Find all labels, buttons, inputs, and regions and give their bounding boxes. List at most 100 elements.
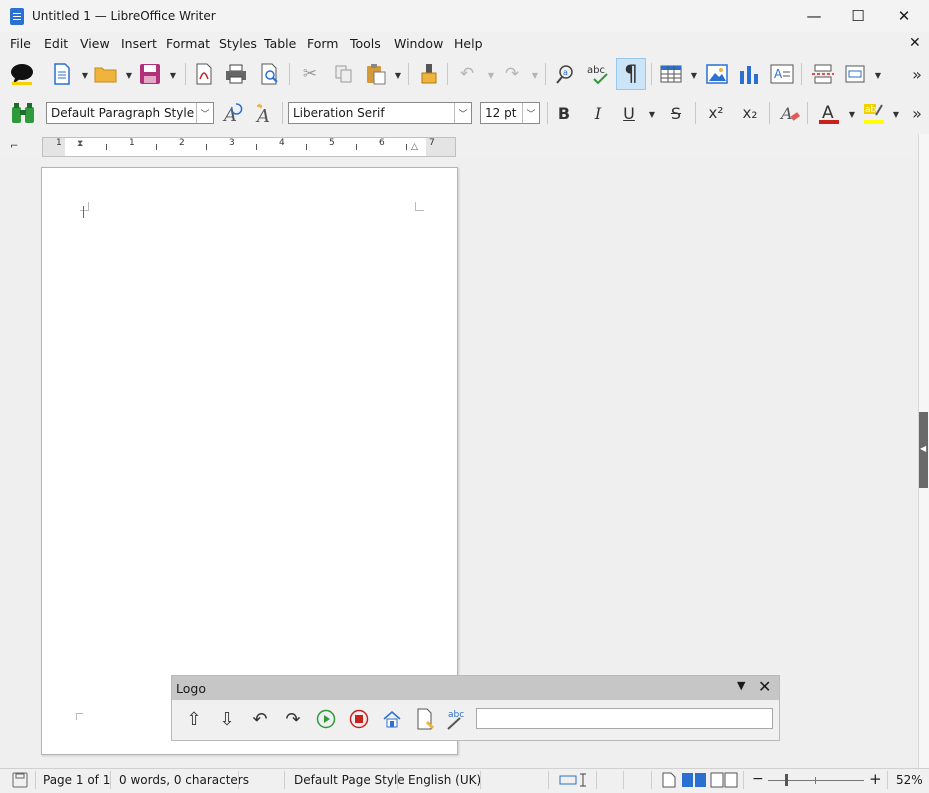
word-count[interactable]: 0 words, 0 characters [119,773,249,787]
document-modified-icon[interactable] [12,772,28,791]
paste-dropdown-arrow[interactable]: ▼ [393,70,403,80]
single-page-view-icon[interactable] [662,772,676,791]
horizontal-ruler[interactable]: ⧗ △ 1 1 2 3 4 5 6 7 [42,137,456,157]
export-pdf-icon[interactable] [190,60,218,88]
logo-forward-icon[interactable]: ⇧ [181,706,207,732]
chevron-down-icon[interactable]: ﹀ [454,103,471,123]
zoom-out-button[interactable]: − [752,771,764,787]
new-document-icon[interactable] [48,60,76,88]
more-options-icon[interactable]: » [903,60,929,88]
subscript-button[interactable]: x₂ [736,99,764,127]
zoom-level[interactable]: 52% [896,773,923,787]
menu-tools[interactable]: Tools [350,36,381,51]
sidebar-toggle-handle[interactable]: ◀ [919,412,928,488]
logo-stop-icon[interactable] [346,706,372,732]
menu-styles[interactable]: Styles [219,36,257,51]
minimize-button[interactable]: — [791,0,837,32]
right-indent-marker[interactable]: △ [411,142,418,152]
menu-insert[interactable]: Insert [121,36,157,51]
text-language[interactable]: English (UK) [408,773,481,787]
menu-file[interactable]: File [10,36,31,51]
update-style-icon[interactable]: A [218,99,246,127]
multi-page-view-icon[interactable] [681,772,707,791]
document-page[interactable] [41,167,458,755]
find-replace-icon[interactable]: a [552,60,580,88]
cut-icon[interactable]: ✂ [296,60,324,88]
zoom-slider-thumb[interactable] [785,774,788,786]
font-name-combobox[interactable]: Liberation Serif ﹀ [288,102,472,124]
navigator-binoculars-icon[interactable] [9,99,37,127]
undo-icon[interactable]: ↶ [453,60,481,88]
copy-icon[interactable] [330,60,358,88]
spelling-icon[interactable]: abc [584,60,612,88]
underline-dropdown-arrow[interactable]: ▼ [647,109,657,119]
menu-edit[interactable]: Edit [44,36,68,51]
chevron-down-icon[interactable]: ﹀ [196,103,213,123]
redo-dropdown-arrow[interactable]: ▼ [530,70,540,80]
highlight-dropdown-arrow[interactable]: ▼ [891,109,901,119]
menu-format[interactable]: Format [166,36,210,51]
logo-translate-icon[interactable]: abc [445,706,471,732]
page-style[interactable]: Default Page Style [294,773,405,787]
table-dropdown-arrow[interactable]: ▼ [689,70,699,80]
save-dropdown-arrow[interactable]: ▼ [168,70,178,80]
strikethrough-button[interactable]: S [662,99,690,127]
underline-button[interactable]: U [615,99,643,127]
new-style-icon[interactable]: A [251,99,279,127]
italic-button[interactable]: I [584,99,612,127]
font-size-combobox[interactable]: 12 pt ﹀ [480,102,540,124]
insert-chart-icon[interactable] [735,60,763,88]
logo-backward-icon[interactable]: ⇩ [214,706,240,732]
superscript-button[interactable]: x² [702,99,730,127]
paragraph-style-combobox[interactable]: Default Paragraph Style ﹀ [46,102,214,124]
book-view-icon[interactable] [710,772,738,791]
insert-mode-icon[interactable] [559,773,589,790]
font-color-icon[interactable]: A [815,99,843,127]
more-options-icon[interactable]: » [903,99,929,127]
logo-command-input[interactable] [476,708,773,729]
zoom-slider-track[interactable] [768,780,864,781]
chevron-down-icon[interactable]: ﹀ [522,103,539,123]
new-dropdown-arrow[interactable]: ▼ [80,70,90,80]
logo-home-icon[interactable] [379,706,405,732]
print-icon[interactable] [222,60,250,88]
panel-menu-arrow-icon[interactable]: ▼ [737,679,745,692]
logo-run-icon[interactable] [313,706,339,732]
first-line-indent-marker[interactable]: ⧗ [77,139,83,149]
insert-text-box-icon[interactable]: A [768,60,796,88]
logo-clear-screen-icon[interactable] [412,706,438,732]
menu-view[interactable]: View [80,36,110,51]
page-count[interactable]: Page 1 of 1 [43,773,110,787]
redo-icon[interactable]: ↷ [498,60,526,88]
open-dropdown-arrow[interactable]: ▼ [124,70,134,80]
field-dropdown-arrow[interactable]: ▼ [873,70,883,80]
open-folder-icon[interactable] [92,60,120,88]
print-preview-icon[interactable] [256,60,284,88]
font-color-dropdown-arrow[interactable]: ▼ [847,109,857,119]
highlight-color-icon[interactable]: ab [860,99,888,127]
panel-close-icon[interactable]: ✕ [758,677,771,696]
insert-page-break-icon[interactable] [809,60,837,88]
menu-window[interactable]: Window [394,36,443,51]
speech-bubble-icon[interactable] [8,60,36,88]
menu-table[interactable]: Table [264,36,296,51]
clone-formatting-icon[interactable] [415,60,443,88]
logo-right-icon[interactable]: ↷ [280,706,306,732]
insert-field-icon[interactable] [841,60,869,88]
save-icon[interactable] [136,60,164,88]
bold-button[interactable]: B [550,99,578,127]
menu-form[interactable]: Form [307,36,339,51]
paste-icon[interactable] [362,60,390,88]
undo-dropdown-arrow[interactable]: ▼ [486,70,496,80]
zoom-in-button[interactable]: + [869,770,882,788]
maximize-button[interactable]: ☐ [835,0,881,32]
insert-table-icon[interactable] [657,60,685,88]
close-document-button[interactable]: ✕ [909,35,921,51]
logo-left-icon[interactable]: ↶ [247,706,273,732]
menu-help[interactable]: Help [454,36,483,51]
tab-stop-selector-icon[interactable]: ⌐ [10,141,18,152]
clear-formatting-icon[interactable]: A [776,99,804,127]
formatting-marks-icon[interactable]: ¶ [616,58,646,90]
close-button[interactable]: ✕ [881,0,927,32]
logo-panel-titlebar[interactable] [172,676,779,700]
